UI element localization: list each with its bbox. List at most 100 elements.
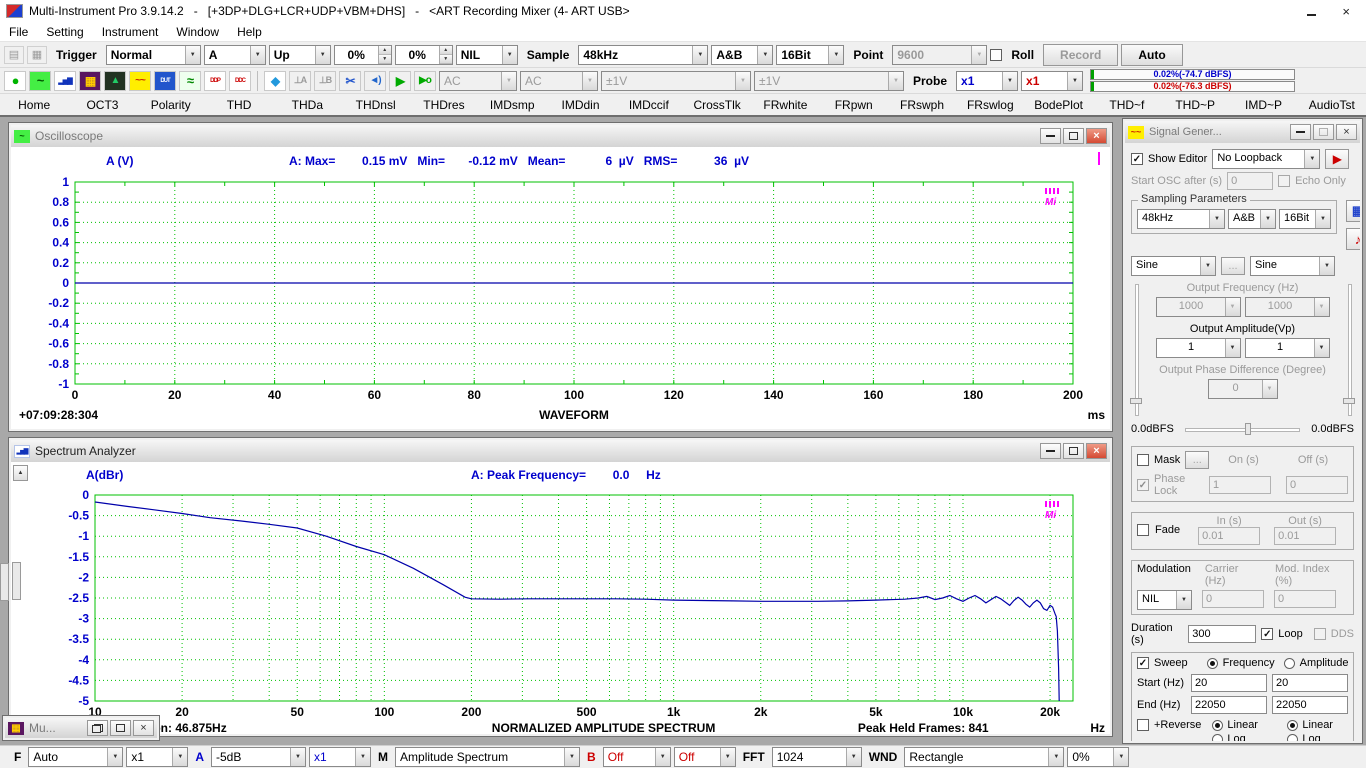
menu-instrument[interactable]: Instrument xyxy=(93,22,168,41)
input-device-icon[interactable]: ◆ xyxy=(264,71,286,91)
multimeter-restore-button[interactable] xyxy=(87,720,108,736)
tab-frswlog[interactable]: FRswlog xyxy=(956,98,1024,112)
loopback-select[interactable]: No Loopback▼ xyxy=(1212,149,1320,169)
app-close-button[interactable]: × xyxy=(1342,4,1350,19)
fft-size-select[interactable]: 1024▼ xyxy=(772,747,862,767)
oscilloscope-title-bar[interactable]: ~ Oscilloscope × xyxy=(11,125,1110,147)
tab-thd~p[interactable]: THD~P xyxy=(1161,98,1229,112)
marker-a-icon[interactable]: ⊥A xyxy=(289,71,311,91)
probe-calibration-icon[interactable]: ✂ xyxy=(339,71,361,91)
spectrum-close-button[interactable]: × xyxy=(1086,443,1107,459)
scale-b-log-radio[interactable] xyxy=(1287,734,1298,742)
bits-select[interactable]: 16Bit▼ xyxy=(776,45,844,65)
run-indicator-icon[interactable]: ● xyxy=(4,71,26,91)
tab-crosstlk[interactable]: CrossTlk xyxy=(683,98,751,112)
trigger-source-select[interactable]: A▼ xyxy=(204,45,266,65)
menu-setting[interactable]: Setting xyxy=(37,22,92,41)
loop-checkbox[interactable]: ✓ xyxy=(1261,628,1273,640)
tab-thd[interactable]: THD xyxy=(205,98,273,112)
sound-output-icon[interactable]: ◄) xyxy=(364,71,386,91)
derived-data-curve-icon[interactable]: ≈ xyxy=(179,71,201,91)
b-mult-select[interactable]: Off▼ xyxy=(674,747,736,767)
window-function-select[interactable]: Rectangle▼ xyxy=(904,747,1064,767)
amplitude-slider-a[interactable] xyxy=(1129,282,1143,418)
sweep-checkbox[interactable]: ✓ xyxy=(1137,657,1149,669)
tab-oct3[interactable]: OCT3 xyxy=(68,98,136,112)
display-mode-select[interactable]: Amplitude Spectrum▼ xyxy=(395,747,580,767)
spectrum-analyzer-icon[interactable]: ▂▅▇ xyxy=(54,71,76,91)
siggen-sample-rate-select[interactable]: 48kHz▼ xyxy=(1137,209,1225,229)
probe-b-select[interactable]: x1▼ xyxy=(1021,71,1083,91)
roll-checkbox[interactable] xyxy=(990,49,1002,61)
sweep-end-a-input[interactable]: 22050 xyxy=(1191,696,1267,714)
oscilloscope-close-button[interactable]: × xyxy=(1086,128,1107,144)
tab-imd~p[interactable]: IMD~P xyxy=(1229,98,1297,112)
siggen-channels-select[interactable]: A&B▼ xyxy=(1228,209,1276,229)
amplitude-slider-b[interactable] xyxy=(1342,282,1356,418)
save-panel-icon[interactable]: ▦ xyxy=(27,46,47,64)
open-panel-icon[interactable]: ▤ xyxy=(4,46,24,64)
ddc-icon[interactable]: DDC xyxy=(229,71,251,91)
trigger-level-spinner[interactable]: 0%▲▼ xyxy=(334,45,392,65)
workspace-scroll-thumb[interactable] xyxy=(0,563,9,601)
tab-bodeplot[interactable]: BodePlot xyxy=(1024,98,1092,112)
trigger-mode-select[interactable]: Normal▼ xyxy=(106,45,201,65)
auto-button[interactable]: Auto xyxy=(1121,44,1182,66)
amplitude-b-select[interactable]: 1▼ xyxy=(1245,338,1330,358)
sweep-amplitude-radio[interactable] xyxy=(1284,658,1295,669)
oscilloscope-restore-button[interactable] xyxy=(1063,128,1084,144)
multimeter-close-button[interactable]: × xyxy=(133,720,154,736)
show-editor-checkbox[interactable]: ✓ xyxy=(1131,153,1143,165)
sweep-frequency-radio[interactable] xyxy=(1207,658,1218,669)
save-signal-icon[interactable]: ▦ xyxy=(1346,200,1360,222)
siggen-bits-select[interactable]: 16Bit▼ xyxy=(1279,209,1331,229)
spectrum-scroll-up-button[interactable]: ▲ xyxy=(13,465,28,481)
scale-a-log-radio[interactable] xyxy=(1212,734,1223,742)
tab-frpwn[interactable]: FRpwn xyxy=(820,98,888,112)
modulation-select[interactable]: NIL▼ xyxy=(1137,590,1192,610)
spectrum-vertical-scroll-thumb[interactable] xyxy=(12,562,21,600)
menu-file[interactable]: File xyxy=(0,22,37,41)
trigger-hpf-select[interactable]: NIL▼ xyxy=(456,45,518,65)
multimeter-maximize-button[interactable] xyxy=(110,720,131,736)
run-generator-icon[interactable]: ▶o xyxy=(414,71,436,91)
tab-audiotst[interactable]: AudioTst xyxy=(1298,98,1366,112)
frequency-mult-select[interactable]: x1▼ xyxy=(126,747,188,767)
app-minimize-button[interactable] xyxy=(1307,4,1316,19)
waveform-a-select[interactable]: Sine▼ xyxy=(1131,256,1216,276)
tab-thdres[interactable]: THDres xyxy=(410,98,478,112)
siggen-minimize-button[interactable] xyxy=(1290,124,1311,140)
sweep-end-b-input[interactable]: 22050 xyxy=(1272,696,1348,714)
spectrum-restore-button[interactable] xyxy=(1063,443,1084,459)
run-oscilloscope-icon[interactable]: ▶ xyxy=(389,71,411,91)
spectrum-title-bar[interactable]: ▂▅▇ Spectrum Analyzer × xyxy=(11,440,1110,462)
channels-select[interactable]: A&B▼ xyxy=(711,45,773,65)
siggen-close-button[interactable]: × xyxy=(1336,124,1357,140)
balance-slider[interactable] xyxy=(1183,422,1302,436)
device-test-plan-icon[interactable]: DUT xyxy=(154,71,176,91)
signal-generator-icon[interactable]: ~~ xyxy=(129,71,151,91)
spectrum-3d-plot-icon[interactable]: ▲ xyxy=(104,71,126,91)
amplitude-a-select[interactable]: 1▼ xyxy=(1156,338,1241,358)
marker-b-icon[interactable]: ⊥B xyxy=(314,71,336,91)
tab-thd~f[interactable]: THD~f xyxy=(1093,98,1161,112)
menu-window[interactable]: Window xyxy=(167,22,228,41)
sample-rate-select[interactable]: 48kHz▼ xyxy=(578,45,708,65)
tab-imdsmp[interactable]: IMDsmp xyxy=(478,98,546,112)
spectrum-minimize-button[interactable] xyxy=(1040,443,1061,459)
scale-a-linear-radio[interactable] xyxy=(1212,720,1223,731)
tab-frswph[interactable]: FRswph xyxy=(888,98,956,112)
tab-frwhite[interactable]: FRwhite xyxy=(751,98,819,112)
tab-thda[interactable]: THDa xyxy=(273,98,341,112)
oscilloscope-minimize-button[interactable] xyxy=(1040,128,1061,144)
tab-polarity[interactable]: Polarity xyxy=(137,98,205,112)
ddp-viewer-icon[interactable]: DDP xyxy=(204,71,226,91)
tab-thdnsl[interactable]: THDnsl xyxy=(341,98,409,112)
probe-a-select[interactable]: x1▼ xyxy=(956,71,1018,91)
trigger-edge-select[interactable]: Up▼ xyxy=(269,45,331,65)
tab-home[interactable]: Home xyxy=(0,98,68,112)
scale-b-linear-radio[interactable] xyxy=(1287,720,1298,731)
tab-imddin[interactable]: IMDdin xyxy=(546,98,614,112)
multimeter-icon[interactable]: ▦ xyxy=(79,71,101,91)
menu-help[interactable]: Help xyxy=(228,22,271,41)
